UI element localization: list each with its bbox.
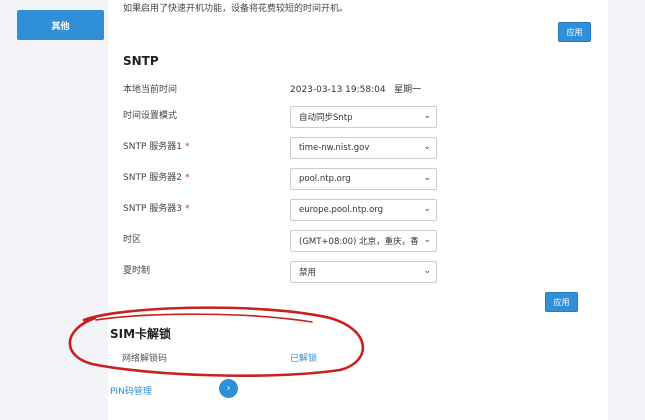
red-annotation-circle xyxy=(68,306,365,377)
